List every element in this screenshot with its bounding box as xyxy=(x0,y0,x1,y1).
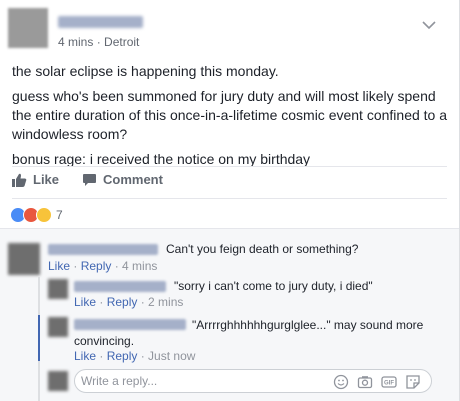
reactions-summary[interactable]: 7 xyxy=(10,206,63,224)
reaction-count: 7 xyxy=(56,208,63,222)
reply-input[interactable]: Write a reply... GIF xyxy=(74,369,432,393)
post-time[interactable]: 4 mins xyxy=(58,35,93,49)
reply-meta: Like · Reply · Just now xyxy=(74,349,196,363)
comment-button[interactable]: Comment xyxy=(82,172,163,187)
reply-like-link[interactable]: Like xyxy=(74,295,96,309)
post-paragraph: the solar eclipse is happening this mond… xyxy=(12,63,279,79)
reply-avatar[interactable] xyxy=(48,279,68,299)
sticker-icon[interactable] xyxy=(405,374,421,390)
reply-like-link[interactable]: Like xyxy=(74,349,96,363)
reply-time[interactable]: Just now xyxy=(148,349,195,363)
reply-meta: Like · Reply · 2 mins xyxy=(74,295,184,309)
reply-reply-link[interactable]: Reply xyxy=(107,349,138,363)
divider xyxy=(12,166,447,167)
poster-avatar[interactable] xyxy=(8,8,48,48)
post-paragraph: guess who's been summoned for jury duty … xyxy=(12,88,448,142)
comment-meta: Like · Reply · 4 mins xyxy=(48,259,158,273)
comments-section: Can't you feign death or something? Like… xyxy=(0,228,459,401)
svg-text:GIF: GIF xyxy=(384,381,394,387)
replier-name-redacted[interactable] xyxy=(74,281,166,292)
reply-time[interactable]: 2 mins xyxy=(148,295,183,309)
comment-like-link[interactable]: Like xyxy=(48,259,70,273)
commenter-name-redacted[interactable] xyxy=(48,244,158,255)
reply-text: "Arrrrghhhhhhgurglglee..." may sound mor… xyxy=(74,318,424,348)
comment-label: Comment xyxy=(103,172,163,187)
gif-icon[interactable]: GIF xyxy=(381,374,397,390)
post-meta: 4 mins · Detroit xyxy=(58,35,140,49)
like-button[interactable]: Like xyxy=(12,172,59,187)
reply-avatar[interactable] xyxy=(48,317,68,337)
post-header: 4 mins · Detroit xyxy=(8,8,448,50)
current-user-avatar xyxy=(48,371,68,391)
like-label: Like xyxy=(33,172,60,187)
comment-reply-link[interactable]: Reply xyxy=(81,259,112,273)
poster-name-redacted[interactable] xyxy=(58,16,143,28)
sad-reaction-icon xyxy=(36,207,52,223)
comment-time[interactable]: 4 mins xyxy=(122,259,157,273)
post-location[interactable]: Detroit xyxy=(104,35,139,49)
thumbs-up-icon xyxy=(12,173,27,187)
highlight-bar xyxy=(38,315,40,361)
emoji-icon[interactable] xyxy=(333,374,349,390)
comment-text: Can't you feign death or something? xyxy=(166,242,359,256)
reply-reply-link[interactable]: Reply xyxy=(107,295,138,309)
commenter-avatar[interactable] xyxy=(8,243,40,275)
reply-placeholder: Write a reply... xyxy=(81,374,158,388)
post-body: the solar eclipse is happening this mond… xyxy=(12,62,448,175)
comment-icon xyxy=(83,173,96,186)
post-card: 4 mins · Detroit the solar eclipse is ha… xyxy=(0,0,460,401)
divider xyxy=(12,198,447,199)
reply-text: "sorry i can't come to jury duty, i died… xyxy=(174,279,373,293)
camera-icon[interactable] xyxy=(357,374,373,390)
chevron-down-icon[interactable] xyxy=(422,20,436,30)
